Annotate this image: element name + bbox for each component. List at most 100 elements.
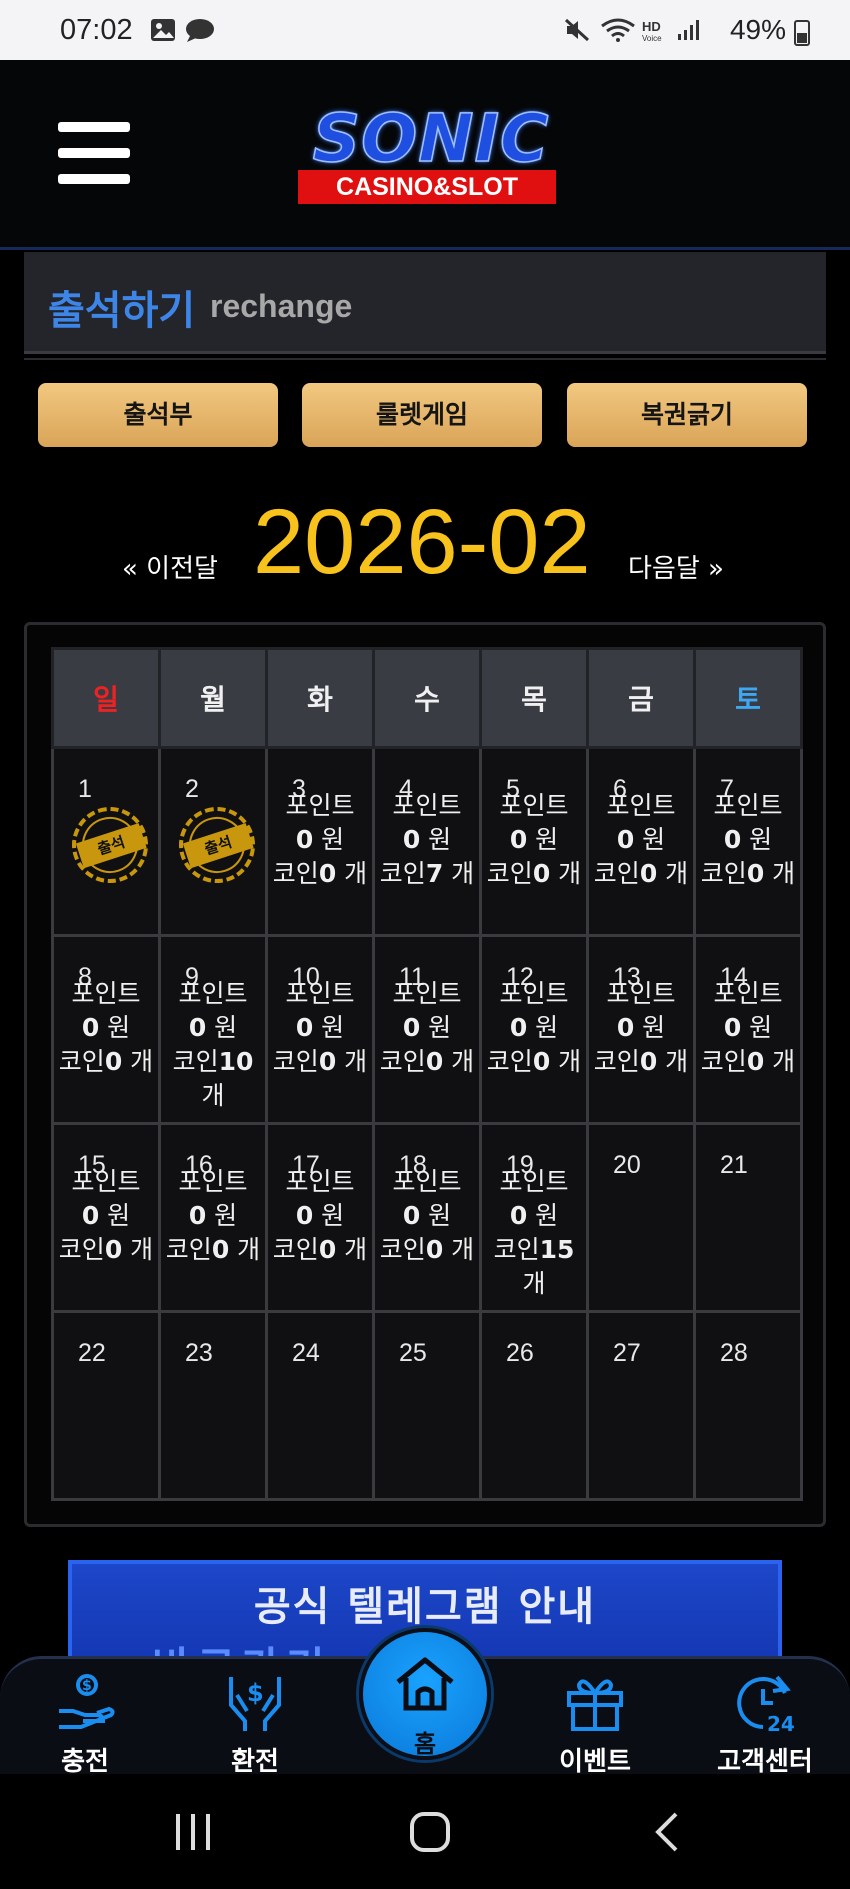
coin-unit: 개 — [665, 859, 689, 888]
nav-withdraw[interactable]: $ 환전 — [195, 1659, 315, 1777]
divider — [24, 358, 826, 360]
day-cell[interactable]: 11 포인트 0 원 코인0 개 — [372, 934, 482, 1125]
status-time: 07:02 — [60, 14, 133, 46]
day-cell[interactable]: 4 포인트 0 원 코인7 개 — [372, 746, 482, 937]
day-cell[interactable]: 3 포인트 0 원 코인0 개 — [265, 746, 375, 937]
coin-unit: 개 — [772, 1047, 796, 1076]
day-reward-info: 포인트 0 원 코인7 개 — [375, 789, 479, 891]
svg-text:Voice: Voice — [642, 34, 662, 42]
nav-support[interactable]: 24 고객센터 — [705, 1659, 825, 1777]
day-reward-info: 포인트 0 원 코인0 개 — [268, 977, 372, 1079]
attendance-tab-button[interactable]: 출석부 — [38, 383, 278, 447]
day-cell[interactable]: 18 포인트 0 원 코인0 개 — [372, 1122, 482, 1313]
point-value: 0 — [402, 1201, 421, 1230]
coin-label: 코인 — [272, 1047, 319, 1076]
banner-title: 공식 텔레그램 안내 — [253, 1584, 597, 1630]
scratch-lottery-tab-button[interactable]: 복권긁기 — [567, 383, 807, 447]
day-cell[interactable]: 22 — [51, 1310, 161, 1501]
point-label: 포인트 — [499, 791, 569, 820]
day-cell[interactable]: 9 포인트 0 원 코인10 개 — [158, 934, 268, 1125]
coin-unit: 개 — [201, 1081, 225, 1110]
svg-text:$: $ — [247, 1679, 264, 1707]
coin-value: 0 — [532, 1047, 551, 1076]
nav-home-button[interactable]: 홈 — [359, 1628, 491, 1760]
point-unit: 원 — [428, 825, 452, 854]
day-cell[interactable]: 28 — [693, 1310, 803, 1501]
point-unit: 원 — [214, 1013, 238, 1042]
day-number: 24 — [292, 1339, 320, 1367]
nav-support-label: 고객센터 — [717, 1747, 813, 1777]
day-cell[interactable]: 7 포인트 0 원 코인0 개 — [693, 746, 803, 937]
coin-value: 15 — [539, 1235, 575, 1264]
point-unit: 원 — [214, 1201, 238, 1230]
mute-icon — [564, 18, 590, 42]
coin-label: 코인 — [379, 859, 426, 888]
coin-label: 코인 — [700, 1047, 747, 1076]
point-value: 0 — [81, 1201, 100, 1230]
point-value: 0 — [723, 1013, 742, 1042]
coin-unit: 개 — [344, 859, 368, 888]
week-row: 15 포인트 0 원 코인0 개 16 포인트 0 원 코인0 개 17 포인트 0 원 코인0 … — [51, 1122, 803, 1313]
weekday-fri: 금 — [586, 647, 696, 749]
day-cell[interactable]: 6 포인트 0 원 코인0 개 — [586, 746, 696, 937]
day-reward-info: 포인트 0 원 코인0 개 — [589, 977, 693, 1079]
day-cell[interactable]: 12 포인트 0 원 코인0 개 — [479, 934, 589, 1125]
attendance-calendar: 일 월 화 수 목 금 토 1 출석 2 출석 3포인트0 원코인0 개 — [51, 647, 803, 1501]
day-reward-info: 포인트 0 원 코인0 개 — [589, 789, 693, 891]
day-cell[interactable]: 19 포인트 0 원 코인15 개 — [479, 1122, 589, 1313]
point-unit: 원 — [321, 825, 345, 854]
day-cell[interactable]: 26 — [479, 1310, 589, 1501]
nav-event-label: 이벤트 — [559, 1747, 631, 1777]
day-cell[interactable]: 8 포인트 0 원 코인0 개 — [51, 934, 161, 1125]
battery-icon — [794, 20, 810, 46]
day-cell[interactable]: 23 — [158, 1310, 268, 1501]
point-label: 포인트 — [499, 979, 569, 1008]
day-cell[interactable]: 25 — [372, 1310, 482, 1501]
next-month-link[interactable]: 다음달 » — [628, 548, 724, 585]
point-value: 0 — [402, 825, 421, 854]
coin-label: 코인 — [58, 1235, 105, 1264]
day-number: 23 — [185, 1339, 213, 1367]
nav-deposit[interactable]: $ 충전 — [25, 1659, 145, 1777]
roulette-tab-button[interactable]: 룰렛게임 — [302, 383, 542, 447]
point-unit: 원 — [321, 1201, 345, 1230]
day-cell[interactable]: 17 포인트 0 원 코인0 개 — [265, 1122, 375, 1313]
day-cell[interactable]: 13 포인트 0 원 코인0 개 — [586, 934, 696, 1125]
day-cell[interactable]: 21 — [693, 1122, 803, 1313]
hamburger-menu-icon[interactable] — [58, 122, 130, 184]
point-value: 0 — [295, 825, 314, 854]
coin-label: 코인 — [172, 1047, 219, 1076]
weekday-tue: 화 — [265, 647, 375, 749]
day-cell[interactable]: 10 포인트 0 원 코인0 개 — [265, 934, 375, 1125]
recent-apps-icon[interactable] — [172, 1812, 216, 1852]
day-cell[interactable]: 16 포인트 0 원 코인0 개 — [158, 1122, 268, 1313]
weekday-header-row: 일 월 화 수 목 금 토 — [51, 647, 803, 749]
day-cell[interactable]: 27 — [586, 1310, 696, 1501]
point-unit: 원 — [107, 1013, 131, 1042]
day-cell[interactable]: 24 — [265, 1310, 375, 1501]
day-cell[interactable]: 14 포인트 0 원 코인0 개 — [693, 934, 803, 1125]
day-cell[interactable]: 1 출석 — [51, 746, 161, 937]
withdraw-hands-dollar-icon: $ — [229, 1677, 281, 1731]
coin-unit: 개 — [772, 859, 796, 888]
day-cell[interactable]: 20 — [586, 1122, 696, 1313]
day-cell[interactable]: 5 포인트 0 원 코인0 개 — [479, 746, 589, 937]
back-icon[interactable] — [650, 1812, 684, 1852]
coin-value: 0 — [639, 1047, 658, 1076]
coin-unit: 개 — [451, 859, 475, 888]
home-icon — [396, 1657, 454, 1711]
day-cell[interactable]: 2 출석 — [158, 746, 268, 937]
day-number: 21 — [720, 1151, 748, 1179]
weekday-thu: 목 — [479, 647, 589, 749]
nav-event[interactable]: 이벤트 — [535, 1659, 655, 1777]
app-header: SONIC CASINO&SLOT — [0, 60, 850, 250]
point-label: 포인트 — [178, 1167, 248, 1196]
home-circle-icon[interactable] — [408, 1812, 452, 1852]
site-logo[interactable]: SONIC CASINO&SLOT — [276, 99, 586, 210]
coin-label: 코인 — [593, 859, 640, 888]
point-value: 0 — [509, 1201, 528, 1230]
point-unit: 원 — [535, 825, 559, 854]
prev-month-link[interactable]: « 이전달 — [122, 548, 218, 585]
day-cell[interactable]: 15 포인트 0 원 코인0 개 — [51, 1122, 161, 1313]
coin-label: 코인 — [493, 1235, 540, 1264]
